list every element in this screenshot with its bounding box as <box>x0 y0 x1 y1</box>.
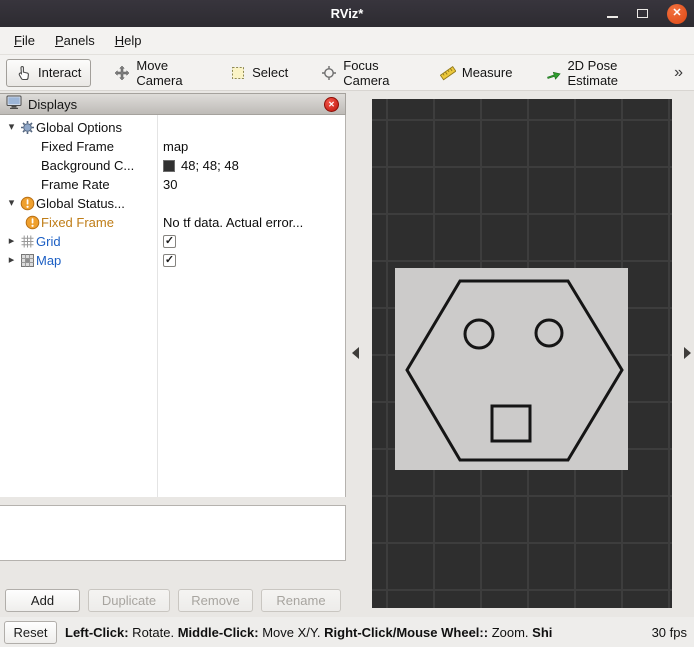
map-icon <box>18 253 36 268</box>
property-value[interactable] <box>163 194 343 213</box>
window-controls: ✕ <box>607 0 687 27</box>
property-label: Global Status... <box>36 196 125 211</box>
warning-icon <box>23 215 41 230</box>
displays-panel-buttons: Add Duplicate Remove Rename <box>0 589 346 613</box>
ruler-icon <box>439 65 456 81</box>
displays-panel-header: Displays ✕ <box>0 93 346 115</box>
tree-row-fixed-frame[interactable]: Fixed Frame map <box>0 137 345 156</box>
expand-closed-icon[interactable]: ▸ <box>5 232 18 251</box>
toolbar: Interact Move Camera Select Focus Camera… <box>0 55 694 91</box>
occupancy-grid-map <box>395 268 628 470</box>
property-value[interactable]: map <box>163 137 343 156</box>
move-arrows-icon <box>114 65 130 81</box>
display-name: Grid <box>36 234 61 249</box>
tool-select[interactable]: Select <box>220 59 298 87</box>
menu-panels[interactable]: Panels <box>45 28 105 53</box>
color-swatch <box>163 159 175 172</box>
collapse-right-arrow-icon[interactable] <box>684 347 691 359</box>
tool-label: Measure <box>461 65 513 80</box>
property-value: ✓ <box>163 251 343 270</box>
panel-close-button[interactable]: ✕ <box>324 96 339 112</box>
menubar: File Panels Help <box>0 27 694 55</box>
tree-row-global-status[interactable]: ▾ Global Status... <box>0 194 345 213</box>
grid-icon <box>18 234 36 249</box>
hand-cursor-icon <box>16 65 32 81</box>
minimize-icon[interactable] <box>607 15 618 18</box>
collapse-left-arrow-icon[interactable] <box>352 347 359 359</box>
selection-box-icon <box>230 65 246 81</box>
tool-interact[interactable]: Interact <box>6 58 92 87</box>
tree-row-grid-display[interactable]: ▸ Grid ✓ <box>0 232 345 251</box>
remove-button[interactable]: Remove <box>178 589 253 612</box>
displays-panel-title: Displays <box>28 96 78 112</box>
tree-row-map-display[interactable]: ▸ Map ✓ <box>0 251 345 270</box>
enabled-checkbox[interactable]: ✓ <box>163 235 176 248</box>
help-middle-click-text: Move X/Y. <box>258 624 325 640</box>
fps-counter: 30 fps <box>651 624 687 640</box>
maximize-icon[interactable] <box>637 9 648 18</box>
window-title: RViz* <box>330 6 364 21</box>
help-shift-label: Shi <box>532 624 553 640</box>
property-label: Frame Rate <box>41 177 110 192</box>
mouse-help-text: Left-Click: Rotate. Middle-Click: Move X… <box>65 625 552 640</box>
tree-row-background-color[interactable]: Background C... 48; 48; 48 <box>0 156 345 175</box>
property-value[interactable] <box>163 118 343 137</box>
tool-label: Select <box>252 65 289 80</box>
viewport-3d[interactable] <box>372 99 672 608</box>
toolbar-overflow-button[interactable]: » <box>669 64 688 82</box>
focus-crosshair-icon <box>321 65 337 81</box>
close-button[interactable]: ✕ <box>667 3 687 24</box>
property-value: ✓ <box>163 232 343 251</box>
tree-row-fixed-frame-status[interactable]: Fixed Frame No tf data. Actual error... <box>0 213 345 232</box>
displays-monitor-icon <box>6 95 22 113</box>
enabled-checkbox[interactable]: ✓ <box>163 254 176 267</box>
help-left-click-label: Left-Click: <box>65 624 129 640</box>
tree-row-global-options[interactable]: ▾ Global Options <box>0 118 345 137</box>
property-value[interactable]: 48; 48; 48 <box>163 156 343 175</box>
menu-file[interactable]: File <box>4 28 45 53</box>
property-label: Fixed Frame <box>41 215 114 230</box>
global-options-gear-icon <box>18 120 36 135</box>
tool-label: Interact <box>38 65 82 80</box>
tool-label: Focus Camera <box>343 57 390 88</box>
display-name: Map <box>36 253 62 268</box>
tool-move-camera[interactable]: Move Camera <box>104 52 207 94</box>
rename-button[interactable]: Rename <box>261 589 341 612</box>
expand-closed-icon[interactable]: ▸ <box>5 251 18 270</box>
warning-icon <box>18 196 36 211</box>
expand-open-icon[interactable]: ▾ <box>5 118 18 137</box>
tool-measure[interactable]: Measure <box>430 59 523 87</box>
duplicate-button[interactable]: Duplicate <box>88 589 170 612</box>
help-right-click-label: Right-Click/Mouse Wheel:: <box>324 624 489 640</box>
tool-focus-camera[interactable]: Focus Camera <box>311 52 417 94</box>
green-pose-arrow-icon <box>545 65 562 81</box>
expand-open-icon[interactable]: ▾ <box>5 194 18 213</box>
menu-help[interactable]: Help <box>105 28 152 53</box>
help-middle-click-label: Middle-Click: <box>177 624 259 640</box>
add-button[interactable]: Add <box>5 589 80 612</box>
tool-label: 2D Pose Estimate <box>567 57 619 88</box>
tool-2d-pose-estimate[interactable]: 2D Pose Estimate <box>535 52 656 94</box>
tree-row-frame-rate[interactable]: Frame Rate 30 <box>0 175 345 194</box>
titlebar: RViz* ✕ <box>0 0 694 27</box>
displays-tree: ▾ Global Options Fixed Frame map Backgro… <box>0 115 346 497</box>
reset-button[interactable]: Reset <box>4 620 57 644</box>
tool-label: Move Camera <box>136 57 183 88</box>
property-description-area <box>0 505 346 561</box>
map-face-drawing <box>405 279 624 462</box>
property-value[interactable]: 30 <box>163 175 343 194</box>
property-label: Fixed Frame <box>41 139 114 154</box>
help-left-click-text: Rotate. <box>128 624 178 640</box>
property-label: Background C... <box>41 158 135 173</box>
property-label: Global Options <box>36 120 122 135</box>
color-value-text: 48; 48; 48 <box>181 158 239 173</box>
statusbar: Reset Left-Click: Rotate. Middle-Click: … <box>0 617 694 647</box>
help-right-click-text: Zoom. <box>488 624 533 640</box>
status-message: No tf data. Actual error... <box>163 215 304 230</box>
